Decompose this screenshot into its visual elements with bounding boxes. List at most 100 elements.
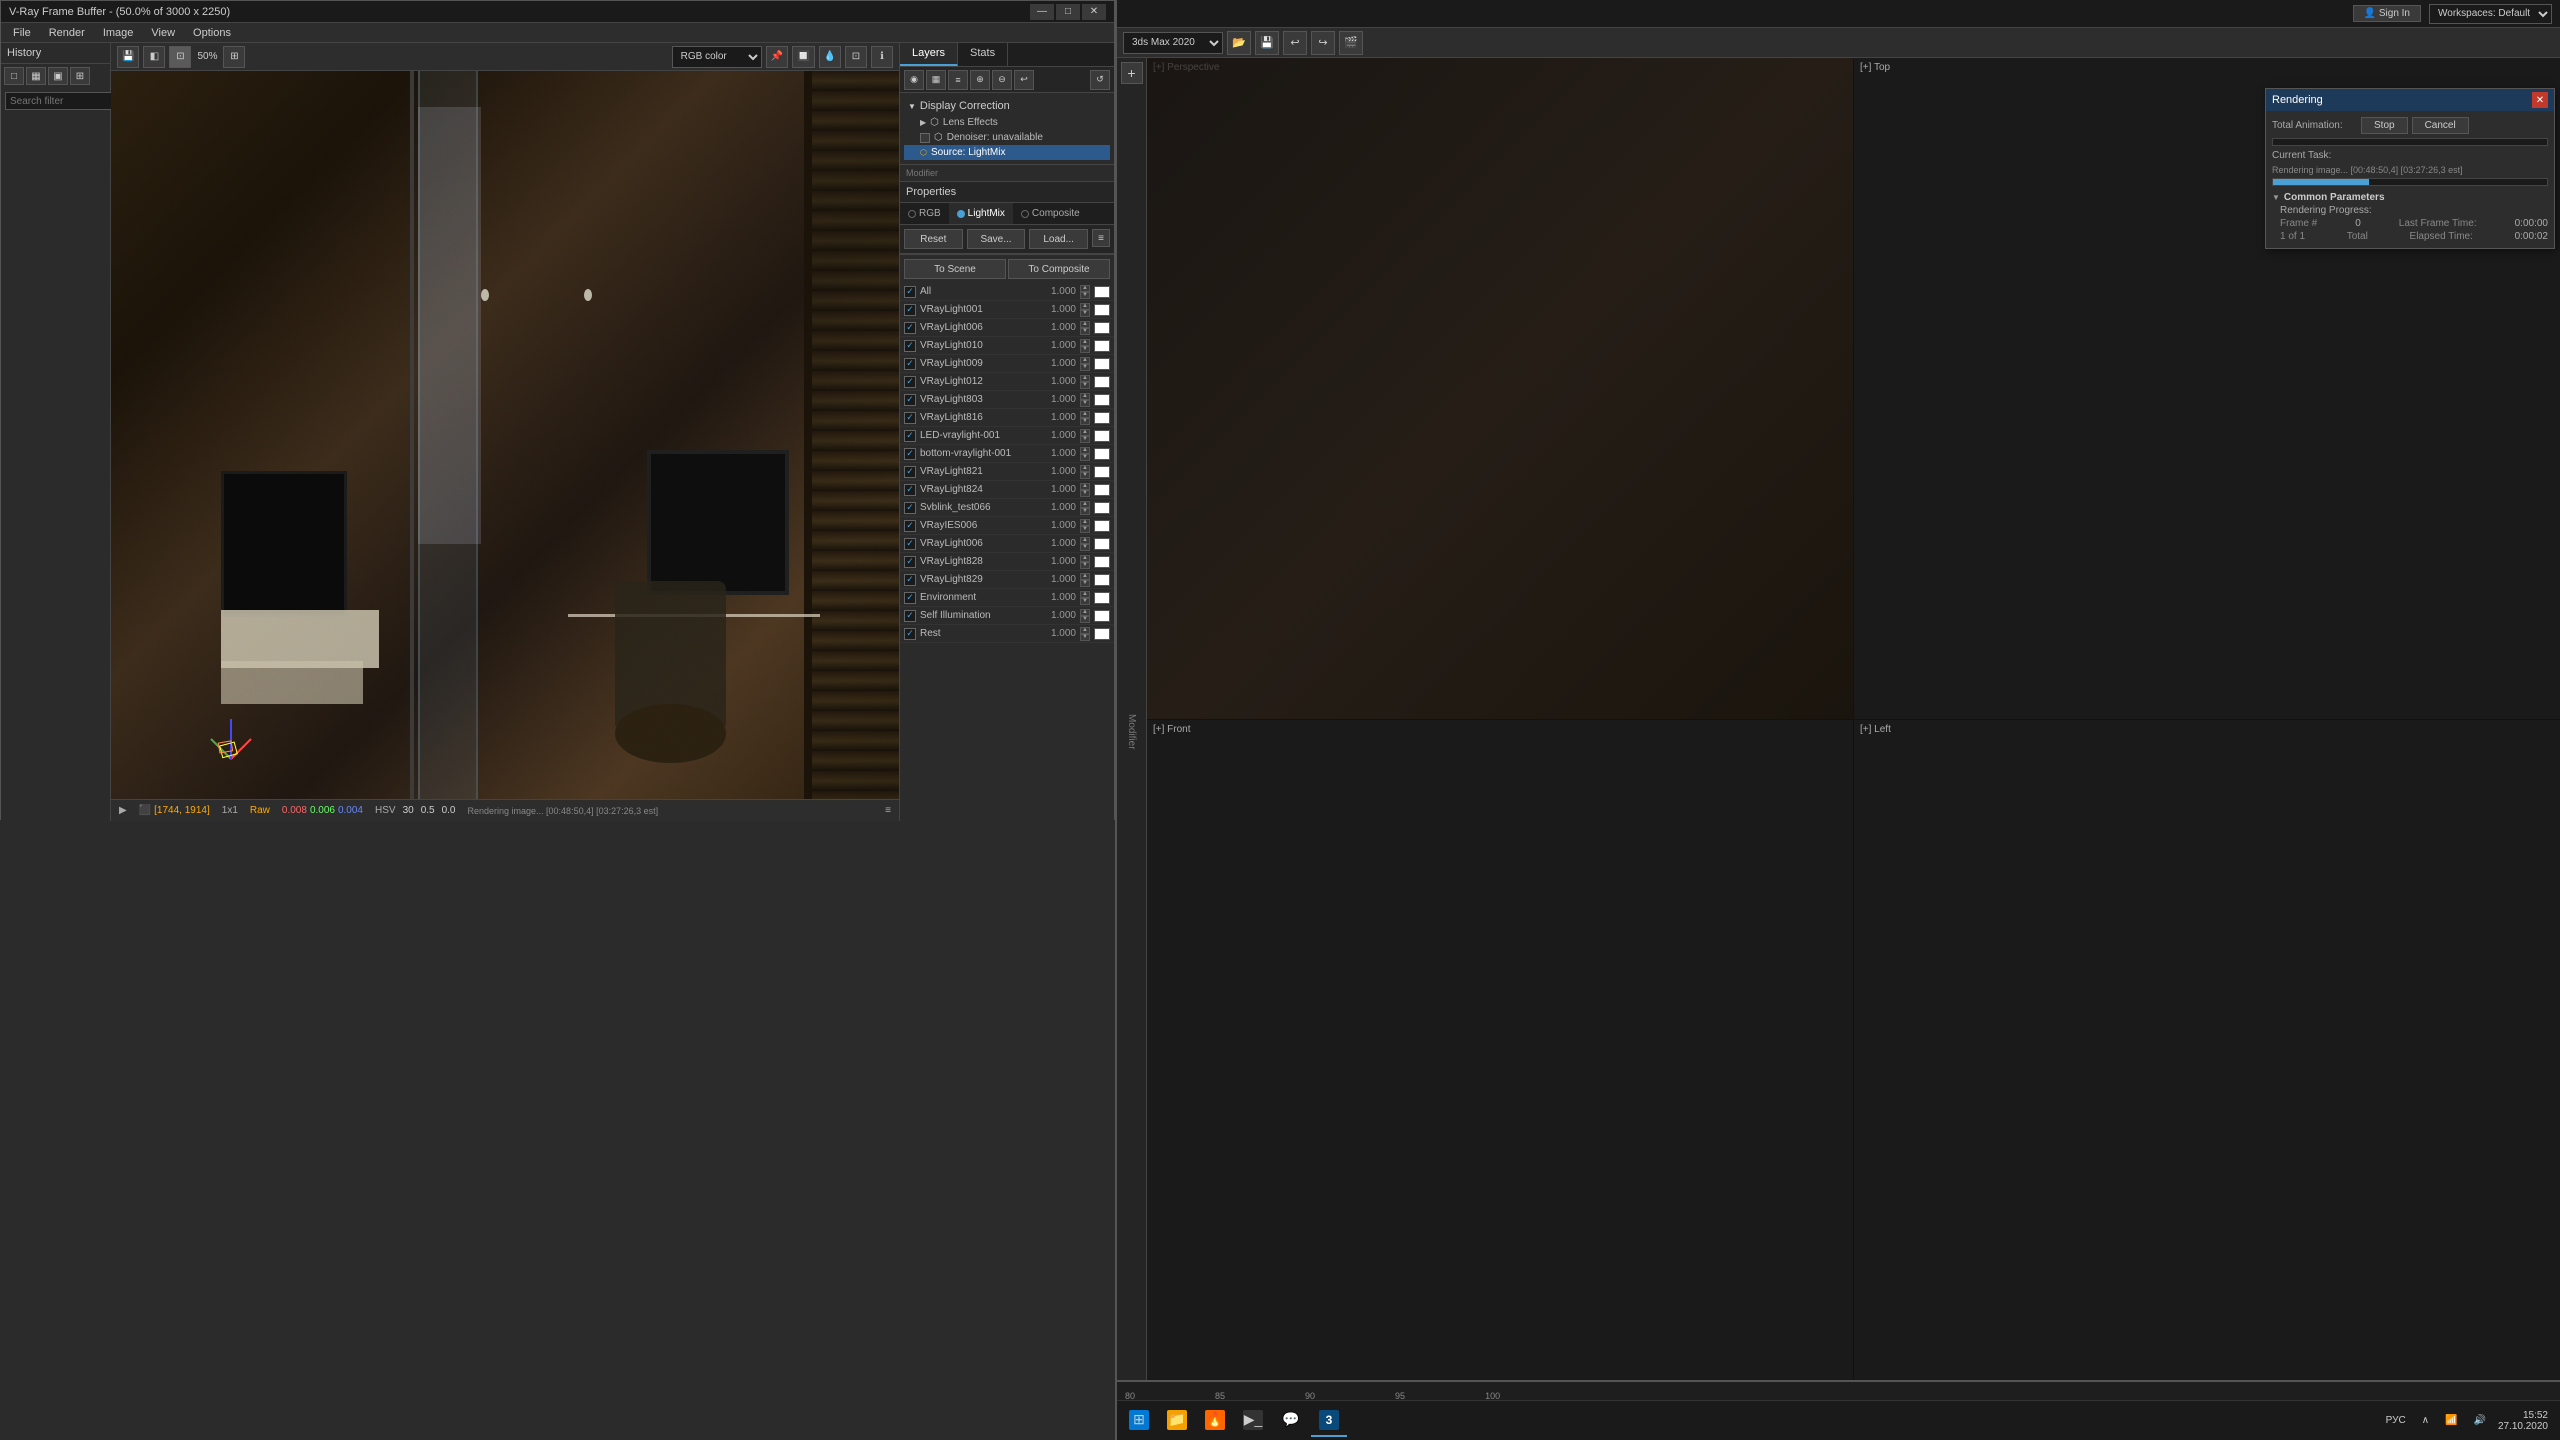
light-row[interactable]: ✓ All 1.000 ▲ ▼ <box>900 283 1114 301</box>
light-row[interactable]: ✓ bottom-vraylight-001 1.000 ▲ ▼ <box>900 445 1114 463</box>
spin-up-button[interactable]: ▲ <box>1080 501 1090 508</box>
spin-down-button[interactable]: ▼ <box>1080 400 1090 407</box>
light-value-spinner[interactable]: ▲ ▼ <box>1080 465 1090 479</box>
network-icon[interactable]: 📶 <box>2441 1415 2461 1426</box>
light-color-swatch[interactable] <box>1094 340 1110 352</box>
max-tb-save[interactable]: 💾 <box>1255 31 1279 55</box>
light-value-spinner[interactable]: ▲ ▼ <box>1080 627 1090 641</box>
spin-up-button[interactable]: ▲ <box>1080 411 1090 418</box>
light-color-swatch[interactable] <box>1094 448 1110 460</box>
light-color-swatch[interactable] <box>1094 322 1110 334</box>
light-color-swatch[interactable] <box>1094 520 1110 532</box>
spin-up-button[interactable]: ▲ <box>1080 429 1090 436</box>
spin-down-button[interactable]: ▼ <box>1080 490 1090 497</box>
light-color-swatch[interactable] <box>1094 358 1110 370</box>
light-row[interactable]: ✓ VRayLight824 1.000 ▲ ▼ <box>900 481 1114 499</box>
version-select[interactable]: 3ds Max 2020 <box>1123 32 1223 54</box>
spin-up-button[interactable]: ▲ <box>1080 555 1090 562</box>
spin-down-button[interactable]: ▼ <box>1080 328 1090 335</box>
spin-up-button[interactable]: ▲ <box>1080 303 1090 310</box>
spin-down-button[interactable]: ▼ <box>1080 292 1090 299</box>
light-value-spinner[interactable]: ▲ ▼ <box>1080 375 1090 389</box>
spin-up-button[interactable]: ▲ <box>1080 375 1090 382</box>
spin-up-button[interactable]: ▲ <box>1080 393 1090 400</box>
save-image-button[interactable]: 💾 <box>117 46 139 68</box>
cancel-button[interactable]: Cancel <box>2412 117 2469 134</box>
light-value-spinner[interactable]: ▲ ▼ <box>1080 357 1090 371</box>
light-row[interactable]: ✓ VRayLight012 1.000 ▲ ▼ <box>900 373 1114 391</box>
layer-tb-btn-6[interactable]: ↩ <box>1014 70 1034 90</box>
add-modifier-button[interactable]: + <box>1121 62 1143 84</box>
spin-down-button[interactable]: ▼ <box>1080 598 1090 605</box>
light-color-swatch[interactable] <box>1094 502 1110 514</box>
spin-up-button[interactable]: ▲ <box>1080 321 1090 328</box>
menu-file[interactable]: File <box>5 25 39 41</box>
spin-down-button[interactable]: ▼ <box>1080 562 1090 569</box>
layer-tb-btn-7[interactable]: ↺ <box>1090 70 1110 90</box>
light-checkbox[interactable]: ✓ <box>904 466 916 478</box>
menu-view[interactable]: View <box>143 25 183 41</box>
tab-lightmix[interactable]: LightMix <box>949 203 1013 224</box>
eyedropper-button[interactable]: 💧 <box>819 46 841 68</box>
light-checkbox[interactable]: ✓ <box>904 394 916 406</box>
light-checkbox[interactable]: ✓ <box>904 610 916 622</box>
layer-source-lightmix[interactable]: ⬡ Source: LightMix <box>904 145 1110 160</box>
taskbar-firefox[interactable]: 🔥 <box>1197 1405 1233 1437</box>
light-color-swatch[interactable] <box>1094 592 1110 604</box>
spin-up-button[interactable]: ▲ <box>1080 591 1090 598</box>
light-value-spinner[interactable]: ▲ ▼ <box>1080 447 1090 461</box>
light-checkbox[interactable]: ✓ <box>904 322 916 334</box>
light-checkbox[interactable]: ✓ <box>904 556 916 568</box>
light-checkbox[interactable]: ✓ <box>904 592 916 604</box>
light-value-spinner[interactable]: ▲ ▼ <box>1080 393 1090 407</box>
spin-down-button[interactable]: ▼ <box>1080 544 1090 551</box>
light-color-swatch[interactable] <box>1094 574 1110 586</box>
layer-tb-btn-2[interactable]: ▦ <box>926 70 946 90</box>
compare-button[interactable]: ◧ <box>143 46 165 68</box>
layer-denoiser[interactable]: ⬡ Denoiser: unavailable <box>904 130 1110 145</box>
menu-image[interactable]: Image <box>95 25 142 41</box>
light-color-swatch[interactable] <box>1094 484 1110 496</box>
spin-down-button[interactable]: ▼ <box>1080 580 1090 587</box>
maximize-button[interactable]: □ <box>1056 4 1080 20</box>
light-color-swatch[interactable] <box>1094 430 1110 442</box>
tab-composite[interactable]: Composite <box>1013 203 1088 224</box>
light-checkbox[interactable]: ✓ <box>904 574 916 586</box>
light-checkbox[interactable]: ✓ <box>904 304 916 316</box>
save-button[interactable]: Save... <box>967 229 1026 249</box>
light-checkbox[interactable]: ✓ <box>904 484 916 496</box>
spin-down-button[interactable]: ▼ <box>1080 454 1090 461</box>
taskbar-messages[interactable]: 💬 <box>1273 1405 1309 1437</box>
light-value-spinner[interactable]: ▲ ▼ <box>1080 483 1090 497</box>
light-color-swatch[interactable] <box>1094 610 1110 622</box>
spin-up-button[interactable]: ▲ <box>1080 609 1090 616</box>
spin-down-button[interactable]: ▼ <box>1080 436 1090 443</box>
spin-down-button[interactable]: ▼ <box>1080 526 1090 533</box>
light-value-spinner[interactable]: ▲ ▼ <box>1080 339 1090 353</box>
light-value-spinner[interactable]: ▲ ▼ <box>1080 303 1090 317</box>
light-row[interactable]: ✓ LED-vraylight-001 1.000 ▲ ▼ <box>900 427 1114 445</box>
history-btn-2[interactable]: ▦ <box>26 67 46 85</box>
spin-down-button[interactable]: ▼ <box>1080 310 1090 317</box>
light-checkbox[interactable]: ✓ <box>904 376 916 388</box>
light-row[interactable]: ✓ VRayLight009 1.000 ▲ ▼ <box>900 355 1114 373</box>
viewport-top-left[interactable]: [+] Perspective <box>1147 58 1853 719</box>
light-value-spinner[interactable]: ▲ ▼ <box>1080 519 1090 533</box>
light-row[interactable]: ✓ VRayLight803 1.000 ▲ ▼ <box>900 391 1114 409</box>
taskbar-3dsmax[interactable]: 3 <box>1311 1405 1347 1437</box>
viewport-bottom-left[interactable]: [+] Front <box>1147 720 1853 1381</box>
light-row[interactable]: ✓ Svblink_test066 1.000 ▲ ▼ <box>900 499 1114 517</box>
light-row[interactable]: ✓ VRayLight816 1.000 ▲ ▼ <box>900 409 1114 427</box>
light-row[interactable]: ✓ Environment 1.000 ▲ ▼ <box>900 589 1114 607</box>
light-color-swatch[interactable] <box>1094 286 1110 298</box>
layer-tb-btn-5[interactable]: ⊖ <box>992 70 1012 90</box>
spin-up-button[interactable]: ▲ <box>1080 537 1090 544</box>
spin-down-button[interactable]: ▼ <box>1080 634 1090 641</box>
taskbar-file-explorer[interactable]: 📁 <box>1159 1405 1195 1437</box>
region-select-button[interactable]: ⊡ <box>845 46 867 68</box>
light-row[interactable]: ✓ VRayLight001 1.000 ▲ ▼ <box>900 301 1114 319</box>
load-button[interactable]: Load... <box>1029 229 1088 249</box>
sign-in-button[interactable]: 👤 Sign In <box>2353 5 2421 22</box>
stop-button[interactable]: Stop <box>2361 117 2408 134</box>
light-row[interactable]: ✓ VRayLight006 1.000 ▲ ▼ <box>900 319 1114 337</box>
